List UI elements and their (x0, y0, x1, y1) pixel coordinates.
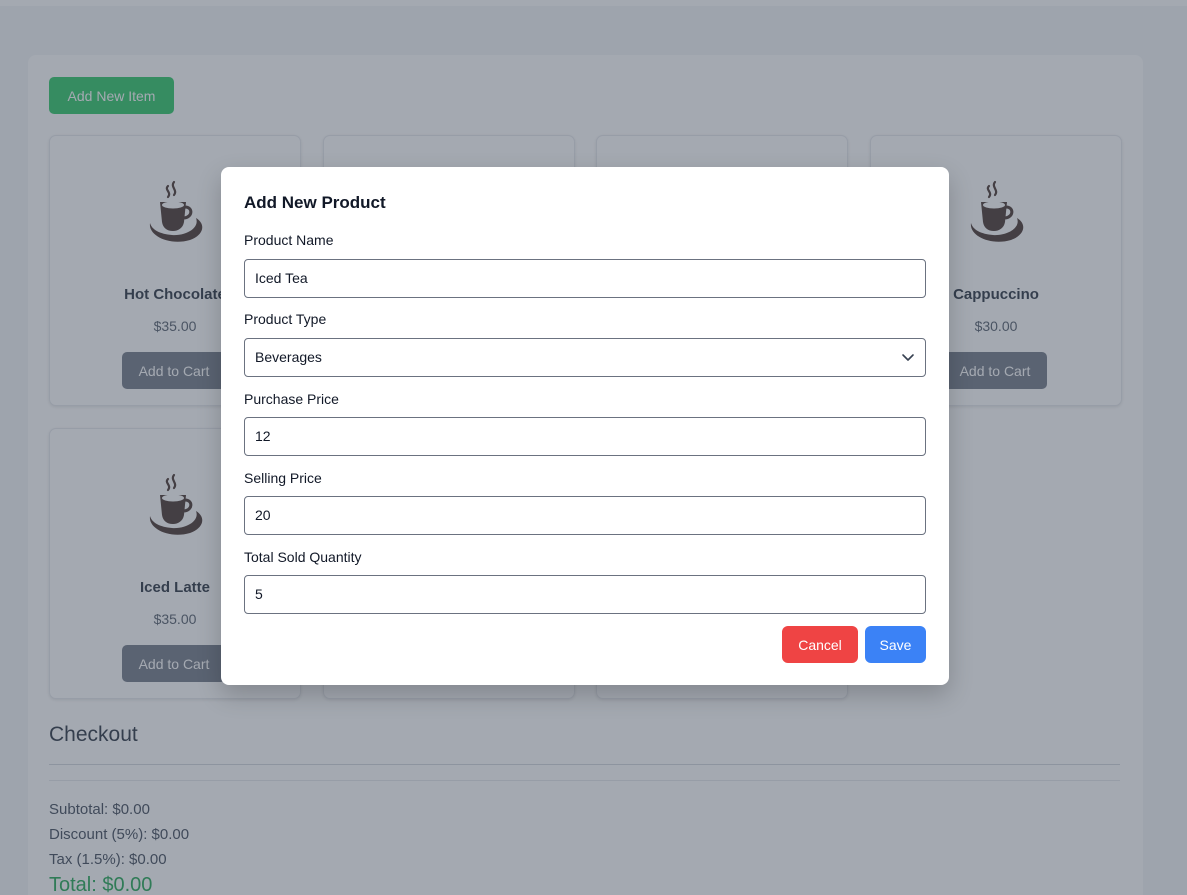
quantity-label: Total Sold Quantity (244, 549, 362, 565)
product-type-label: Product Type (244, 311, 327, 327)
purchase-price-input[interactable]: 12 (244, 417, 926, 456)
save-button[interactable]: Save (865, 626, 926, 663)
modal-title: Add New Product (244, 193, 386, 212)
product-name-label: Product Name (244, 232, 334, 248)
quantity-input[interactable]: 5 (244, 575, 926, 614)
selling-price-input[interactable]: 20 (244, 496, 926, 535)
add-product-modal: Add New Product Product Name Iced Tea Pr… (221, 167, 949, 685)
page: Add New Item Hot Chocolate $35.00 Add to… (0, 0, 1187, 895)
purchase-price-label: Purchase Price (244, 391, 339, 407)
selling-price-label: Selling Price (244, 470, 322, 486)
product-name-input[interactable]: Iced Tea (244, 259, 926, 298)
product-type-value: Beverages (255, 349, 322, 365)
chevron-down-icon (902, 353, 914, 361)
product-type-select[interactable]: Beverages (244, 338, 926, 377)
cancel-button[interactable]: Cancel (782, 626, 858, 663)
